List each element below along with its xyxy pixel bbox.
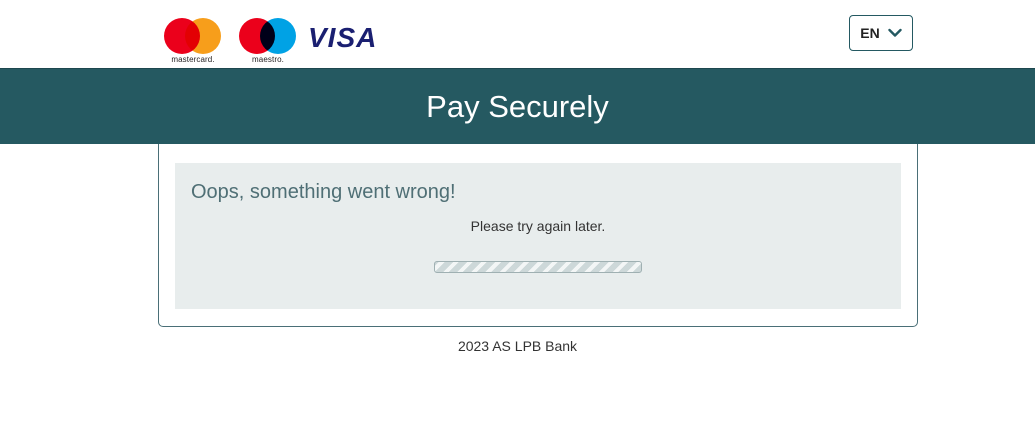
error-panel: Oops, something went wrong! Please try a… xyxy=(175,163,901,309)
card-logos: mastercard. maestro. VISA xyxy=(164,18,377,66)
error-title: Oops, something went wrong! xyxy=(191,181,456,203)
maestro-caption: maestro. xyxy=(252,55,284,64)
progress-bar xyxy=(434,261,642,273)
visa-logo: VISA xyxy=(308,22,378,53)
footer-copyright: 2023 AS LPB Bank xyxy=(457,338,578,354)
maestro-logo: maestro. xyxy=(239,18,297,66)
chevron-down-icon xyxy=(888,28,902,38)
mastercard-orange-circle xyxy=(185,18,221,54)
payment-card: Oops, something went wrong! Please try a… xyxy=(158,144,918,327)
mastercard-logo: mastercard. xyxy=(164,18,222,66)
language-selector-value: EN xyxy=(860,25,880,41)
page-title: Pay Securely xyxy=(426,88,609,124)
error-message: Please try again later. xyxy=(470,218,606,234)
maestro-blue-circle xyxy=(260,18,296,54)
top-bar: mastercard. maestro. VISA EN xyxy=(0,0,1035,68)
language-selector[interactable]: EN xyxy=(849,15,913,51)
mastercard-caption: mastercard. xyxy=(171,55,215,64)
page-banner: Pay Securely xyxy=(0,68,1035,144)
